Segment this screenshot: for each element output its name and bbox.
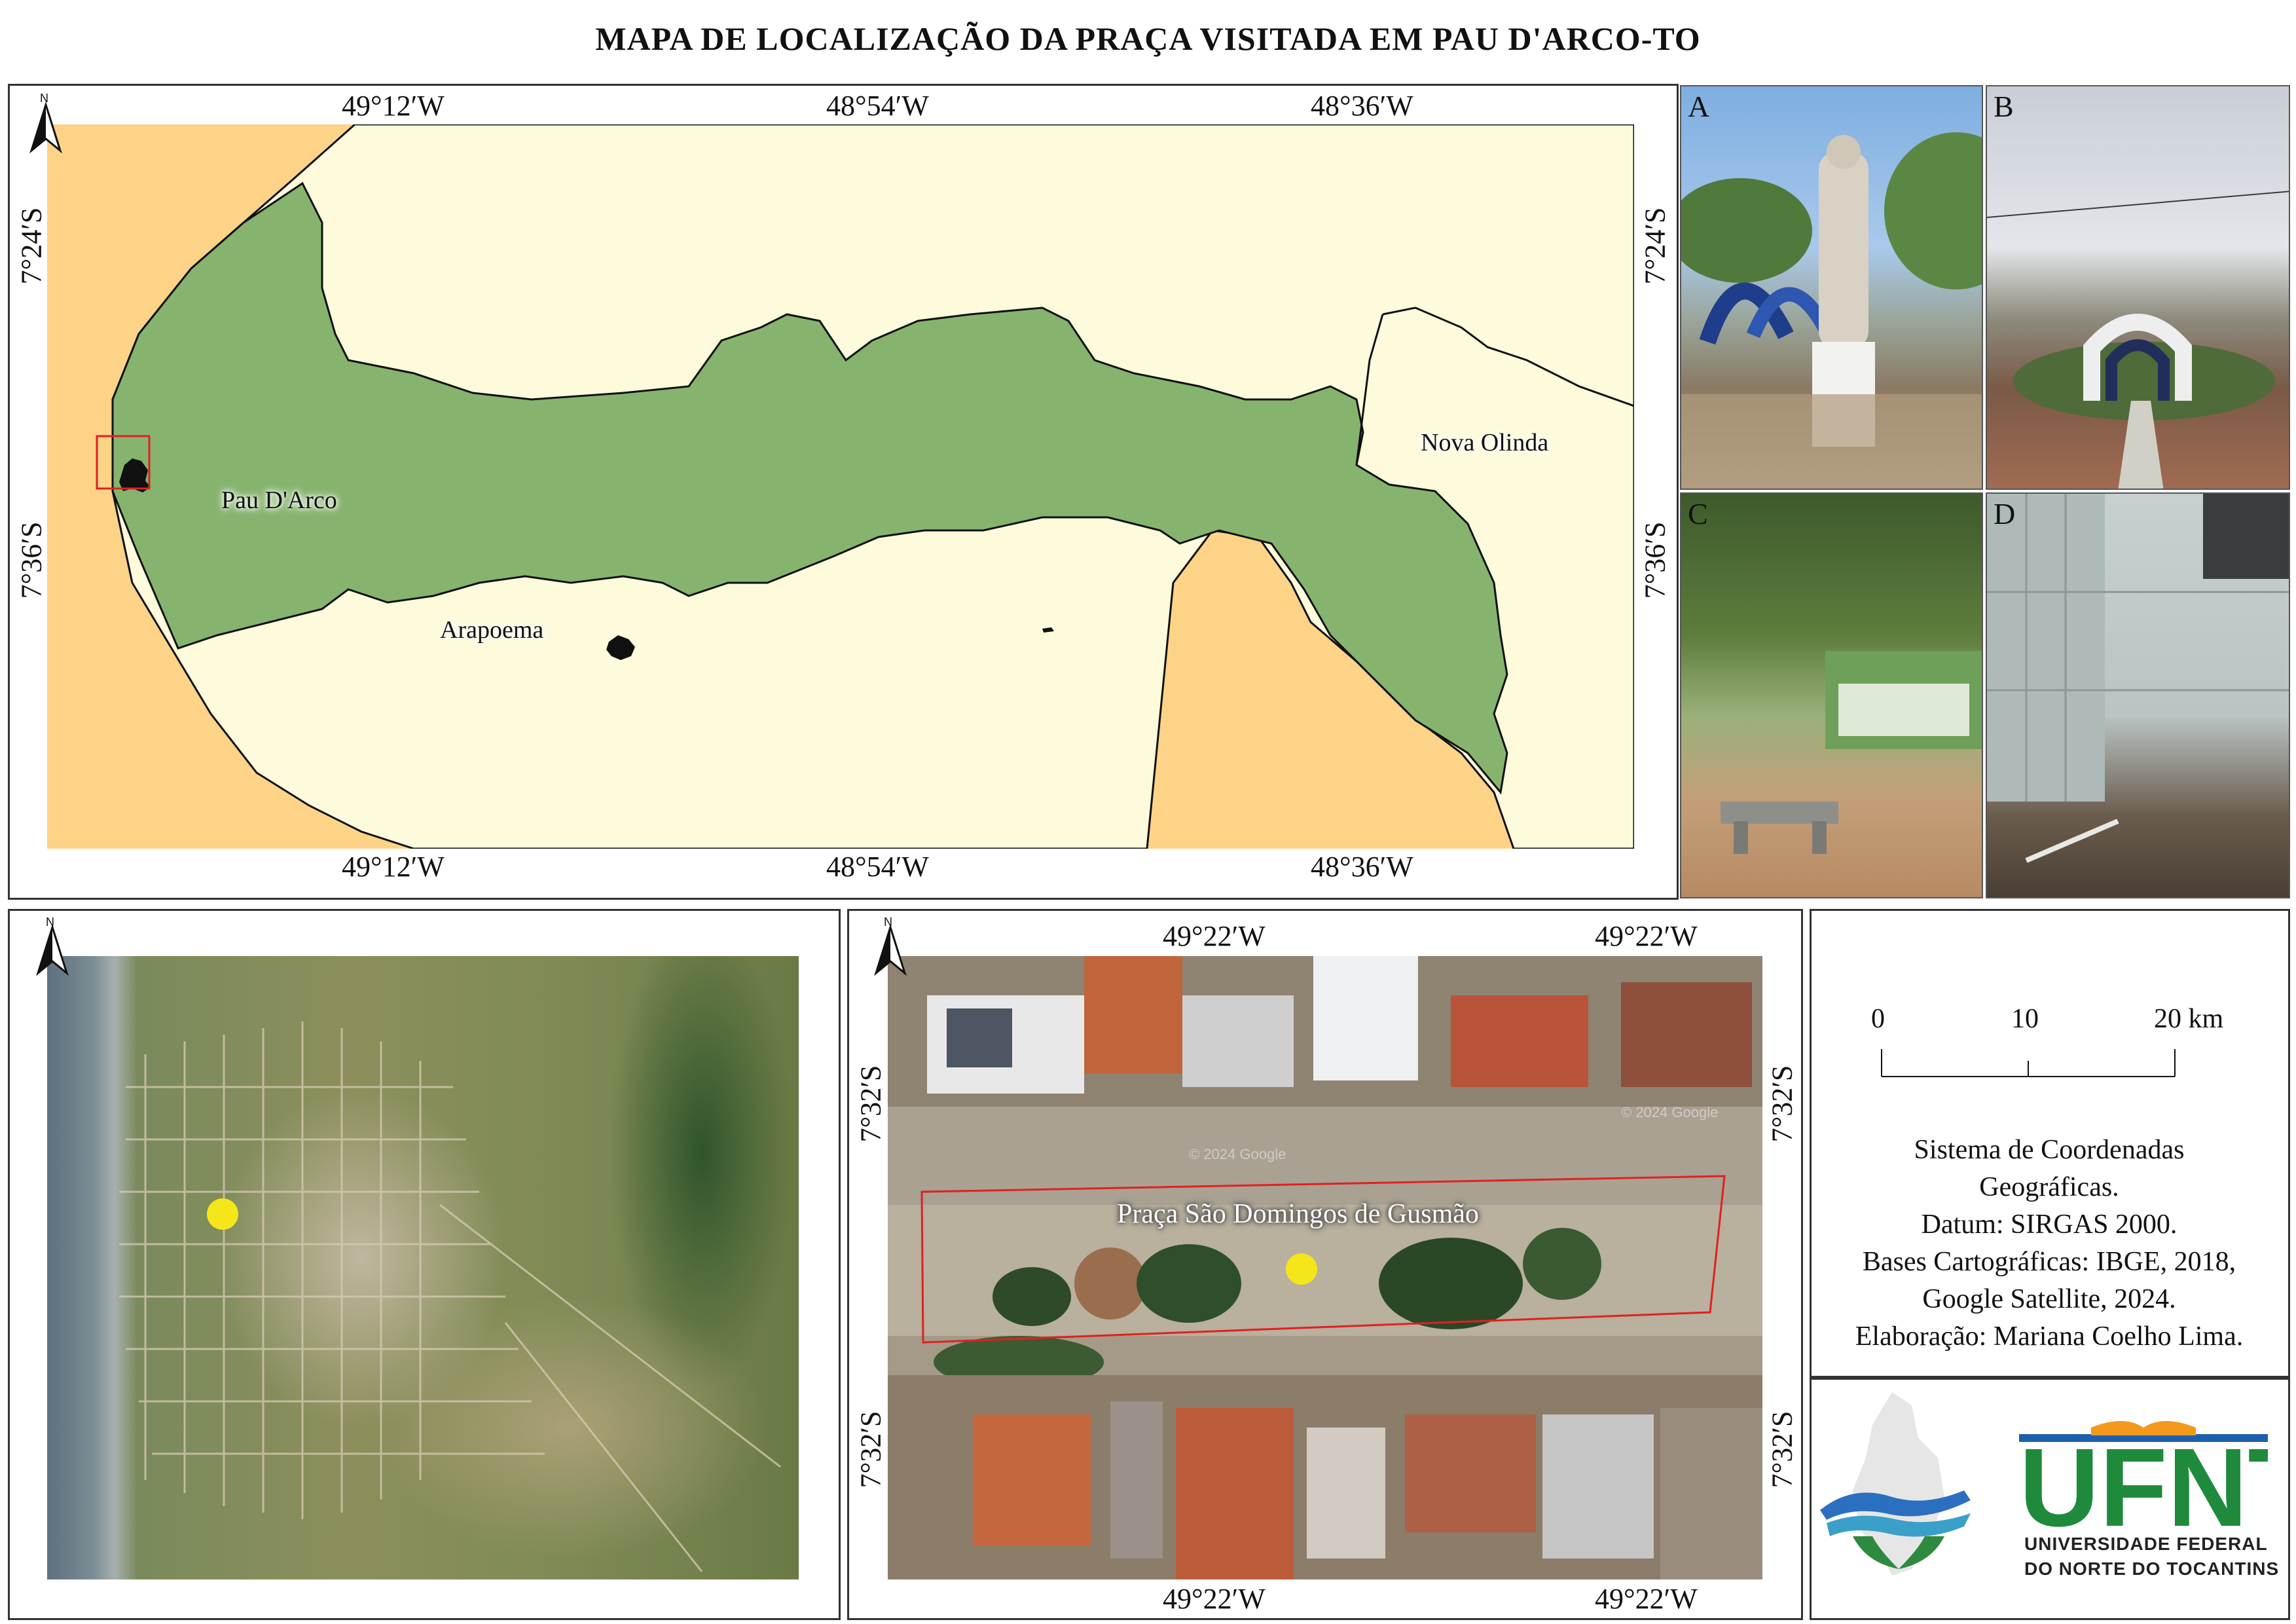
legend-line-2: Geográficas. <box>1979 1172 2119 1202</box>
plaza-watermark-2: © 2024 Google <box>1621 1104 1719 1120</box>
main-lon-top-3: 48°36′W <box>1311 90 1413 122</box>
ufnt-subtitle-2: DO NORTE DO TOCANTINS <box>2024 1559 2280 1579</box>
plaza-lon-bottom-2: 49°22′W <box>1595 1583 1698 1615</box>
photo-a-label: A <box>1688 90 1710 123</box>
main-north-label: N <box>40 92 48 105</box>
main-lat-left-1: 7°24′S <box>15 207 48 285</box>
bench-illustration <box>1721 651 1982 854</box>
plaza-label: Praça São Domingos de Gusmão <box>1117 1199 1479 1229</box>
scale-tick-0: 0 <box>1871 1004 1885 1034</box>
main-lat-left-2: 7°36′S <box>15 521 48 599</box>
legend-line-1: Sistema de Coordenadas <box>1914 1135 2185 1165</box>
main-lon-top-1: 49°12′W <box>342 90 445 122</box>
legend-line-3: Datum: SIRGAS 2000. <box>1921 1209 2178 1240</box>
statue-illustration <box>1681 132 1982 489</box>
plaza-lon-top-2: 49°22′W <box>1595 920 1698 952</box>
main-lat-right-2: 7°36′S <box>1639 521 1671 599</box>
photo-c: C <box>1680 492 1983 898</box>
main-lon-bottom-2: 48°54′W <box>826 851 929 883</box>
place-label-pau-darco: Pau D'Arco <box>221 487 337 514</box>
room-illustration <box>1987 494 2289 863</box>
page-title: MAPA DE LOCALIZAÇÃO DA PRAÇA VISITADA EM… <box>595 20 1701 57</box>
photo-b-label: B <box>1994 90 2014 123</box>
tocantins-logo <box>1820 1392 1971 1576</box>
arch-illustration <box>1987 191 2289 489</box>
city-satellite-image <box>47 956 799 1579</box>
plaza-satellite-image: © 2024 Google © 2024 Google <box>888 956 1762 1579</box>
plaza-aerial <box>888 956 1762 1579</box>
photo-d-label: D <box>1994 497 2016 530</box>
photo-b: B <box>1986 85 2290 490</box>
photo-d: D <box>1986 492 2290 898</box>
place-label-nova-olinda: Nova Olinda <box>1421 429 1549 456</box>
plaza-lat-left-2: 7°32′S <box>854 1411 887 1488</box>
legend-line-5: Google Satellite, 2024. <box>1922 1284 2176 1314</box>
legend-line-6: Elaboração: Mariana Coelho Lima. <box>1855 1321 2244 1352</box>
plaza-watermark-1: © 2024 Google <box>1189 1146 1286 1162</box>
ufnt-logo-text: UFNT <box>2019 1426 2268 1550</box>
ufnt-subtitle-1: UNIVERSIDADE FEDERAL <box>2024 1534 2268 1554</box>
city-street-grid <box>119 1022 781 1572</box>
main-lon-top-2: 48°54′W <box>826 90 929 122</box>
scale-tick-20: 20 km <box>2154 1004 2224 1034</box>
plaza-lat-right-2: 7°32′S <box>1766 1411 1798 1488</box>
plaza-lon-bottom-1: 49°22′W <box>1163 1583 1266 1615</box>
plaza-lat-right-1: 7°32′S <box>1766 1065 1798 1143</box>
legend-line-4: Bases Cartográficas: IBGE, 2018, <box>1862 1247 2236 1277</box>
main-lat-right-1: 7°24′S <box>1639 207 1671 285</box>
city-north-label: N <box>46 915 54 929</box>
city-location-marker <box>207 1198 238 1230</box>
photo-a: A <box>1680 85 1983 490</box>
scale-tick-10: 10 <box>2011 1004 2039 1034</box>
photo-c-label: C <box>1688 497 1708 530</box>
main-lon-bottom-1: 49°12′W <box>342 851 445 883</box>
plaza-lon-top-1: 49°22′W <box>1163 920 1266 952</box>
place-label-arapoema: Arapoema <box>440 616 544 644</box>
plaza-lat-left-1: 7°32′S <box>854 1065 887 1143</box>
main-lon-bottom-3: 48°36′W <box>1311 851 1413 883</box>
plaza-north-label: N <box>884 915 892 929</box>
scale-bar <box>1881 1049 2176 1077</box>
